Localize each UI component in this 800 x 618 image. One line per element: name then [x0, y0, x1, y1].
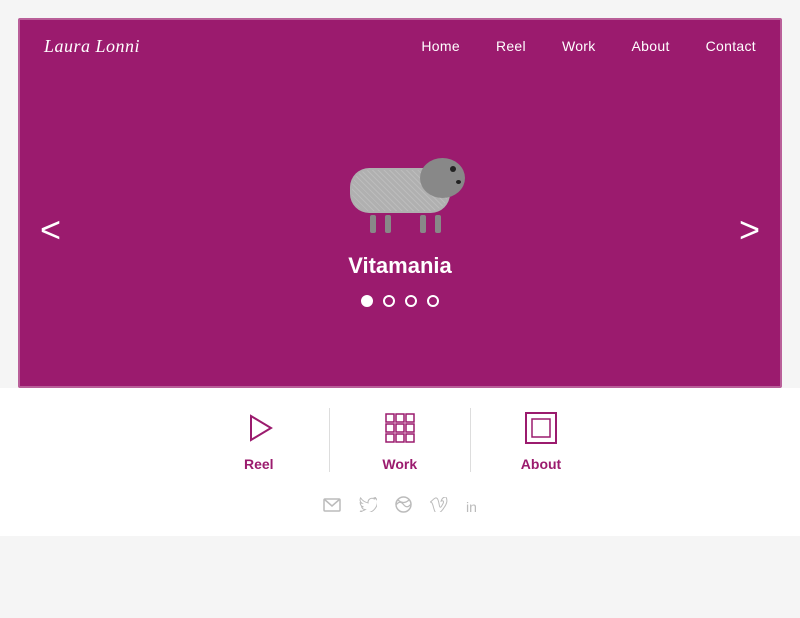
bottom-item-about[interactable]: About: [471, 408, 611, 472]
bottom-item-work[interactable]: Work: [330, 408, 471, 472]
nav-reel[interactable]: Reel: [496, 38, 526, 54]
nav-links: Home Reel Work About Contact: [421, 38, 756, 56]
site-logo[interactable]: Laura Lonni: [44, 36, 140, 57]
carousel-dot-1[interactable]: [361, 295, 373, 307]
animal-leg-1: [370, 215, 376, 233]
play-icon: [239, 408, 279, 448]
nav-work[interactable]: Work: [562, 38, 596, 54]
bottom-icons-row: Reel Work: [0, 408, 800, 472]
work-label: Work: [382, 456, 417, 472]
nav-home[interactable]: Home: [421, 38, 460, 54]
animal-leg-2: [385, 215, 391, 233]
frame-icon: [521, 408, 561, 448]
animal-nose: [456, 180, 461, 184]
about-label: About: [521, 456, 561, 472]
carousel-title: Vitamania: [348, 253, 452, 279]
dribbble-icon[interactable]: [395, 496, 412, 518]
bottom-item-reel[interactable]: Reel: [189, 408, 330, 472]
bottom-section: Reel Work: [0, 388, 800, 536]
carousel-dot-3[interactable]: [405, 295, 417, 307]
email-icon[interactable]: [323, 498, 341, 517]
twitter-icon[interactable]: [359, 497, 377, 517]
nav-about[interactable]: About: [632, 38, 670, 54]
animal-head: [420, 158, 465, 198]
carousel-dot-4[interactable]: [427, 295, 439, 307]
hero-section: Laura Lonni Home Reel Work About Contact…: [18, 18, 782, 388]
linkedin-icon[interactable]: in: [466, 499, 477, 515]
carousel-next[interactable]: >: [729, 202, 770, 258]
animal-leg-3: [420, 215, 426, 233]
nav-contact[interactable]: Contact: [706, 38, 756, 54]
carousel-dot-2[interactable]: [383, 295, 395, 307]
grid-icon: [380, 408, 420, 448]
animal-leg-4: [435, 215, 441, 233]
carousel: < Vitamania >: [20, 73, 780, 386]
carousel-illustration: [320, 153, 480, 233]
vimeo-icon[interactable]: [430, 497, 448, 517]
carousel-dots: [361, 295, 439, 307]
navigation: Laura Lonni Home Reel Work About Contact: [20, 20, 780, 73]
social-bar: in: [0, 488, 800, 526]
carousel-prev[interactable]: <: [30, 202, 71, 258]
animal-eye: [450, 166, 456, 172]
reel-label: Reel: [244, 456, 274, 472]
